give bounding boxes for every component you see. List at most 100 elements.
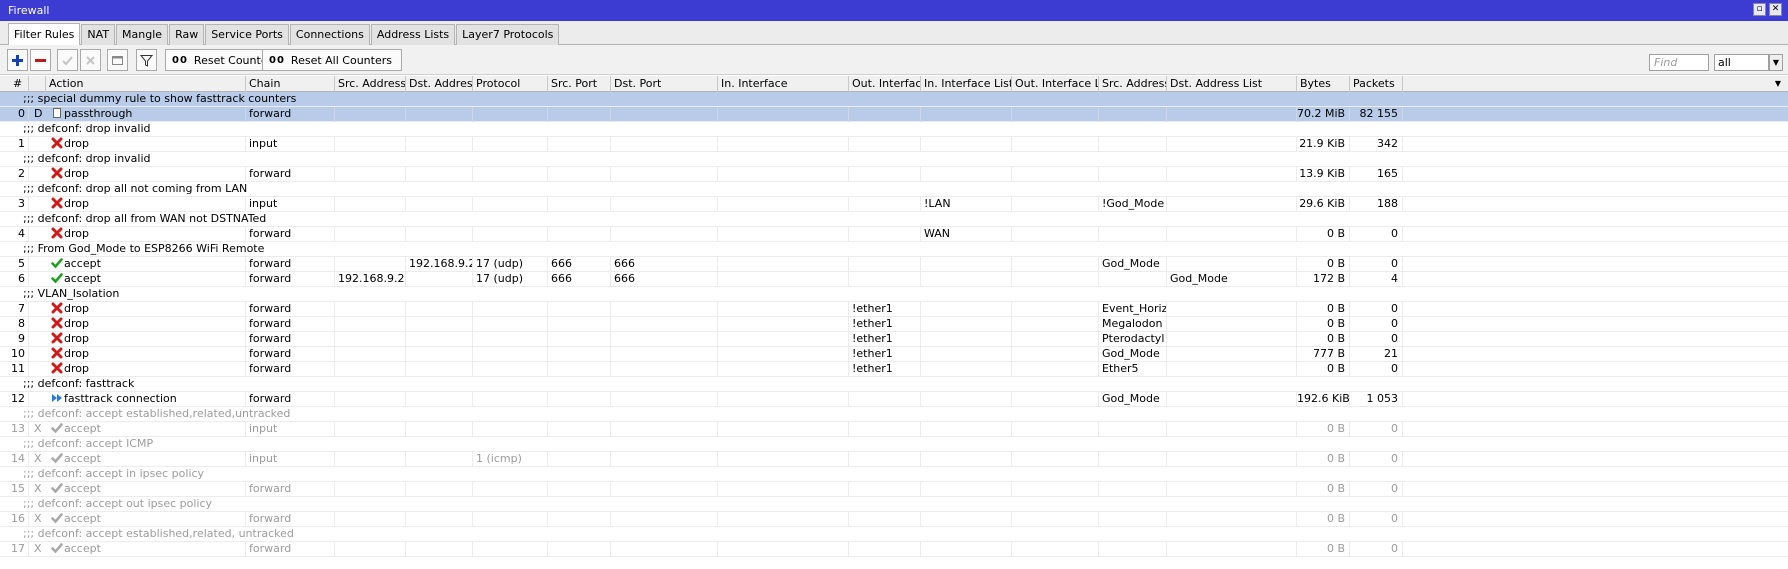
tab-filter-rules[interactable]: Filter Rules (8, 23, 81, 45)
cell-out-interface (849, 272, 921, 287)
cell-bytes: 0 B (1297, 302, 1350, 317)
window-titlebar[interactable]: Firewall ▫ ✕ (0, 0, 1788, 21)
tab-service-ports[interactable]: Service Ports (205, 24, 289, 45)
header-col-dst-address[interactable]: Dst. Address (406, 76, 473, 92)
header-col-protocol[interactable]: Protocol (473, 76, 548, 92)
tab-raw[interactable]: Raw (169, 24, 205, 45)
restore-icon[interactable]: ▫ (1753, 3, 1766, 16)
rule-comment: ;;; special dummy rule to show fasttrack… (23, 92, 297, 105)
table-row[interactable]: X 15 accept forward 0 B0 (0, 482, 1788, 497)
tab-layer7-protocols[interactable]: Layer7 Protocols (456, 24, 560, 45)
table-row[interactable]: 4 drop forward WAN 0 B0 (0, 227, 1788, 242)
comment-row[interactable]: ;;; special dummy rule to show fasttrack… (0, 92, 1788, 107)
table-row[interactable]: 5acceptforward192.168.9.22517 (udp)66666… (0, 257, 1788, 272)
cell-src-address-list (1099, 422, 1167, 437)
drop-icon (51, 167, 63, 179)
cell-out-interface (849, 257, 921, 272)
table-row[interactable]: 1 drop input 21.9 KiB 342 (0, 137, 1788, 152)
add-button[interactable] (7, 49, 28, 71)
header-col-index[interactable]: # (10, 76, 29, 92)
tab-nat[interactable]: NAT (81, 24, 116, 45)
table-row[interactable]: 11 drop forward !ether1 Ether5 0 B0 (0, 362, 1788, 377)
enable-button[interactable] (57, 49, 78, 71)
header-col-out-interface-list[interactable]: Out. Interface List (1012, 76, 1099, 92)
header-col-dst-address-list[interactable]: Dst. Address List (1167, 76, 1297, 92)
cell-packets: 0 (1350, 452, 1403, 467)
header-col-in-interface[interactable]: In. Interface (718, 76, 849, 92)
tab-mangle[interactable]: Mangle (116, 24, 169, 45)
cell-in-interface (718, 317, 849, 332)
disable-button[interactable] (80, 49, 101, 71)
table-row[interactable]: 2 drop forward 13.9 KiB 165 (0, 167, 1788, 182)
comment-row[interactable]: ;;; defconf: accept established,related,… (0, 407, 1788, 422)
table-row[interactable]: X 16 accept forward 0 B0 (0, 512, 1788, 527)
filter-select[interactable]: all (1714, 54, 1769, 71)
header-col-chain[interactable]: Chain (246, 76, 335, 92)
cell-protocol (473, 332, 548, 347)
comment-row[interactable]: ;;; From God_Mode to ESP8266 WiFi Remote (0, 242, 1788, 257)
comment-row[interactable]: ;;; defconf: drop all not coming from LA… (0, 182, 1788, 197)
cell-out-interface (849, 392, 921, 407)
drop-icon (51, 347, 63, 359)
cell-index: 9 (10, 332, 29, 347)
tab-connections[interactable]: Connections (289, 24, 370, 45)
comment-row[interactable]: ;;; defconf: drop invalid (0, 122, 1788, 137)
cell-action: drop (46, 197, 246, 212)
comment-button[interactable] (107, 49, 128, 71)
header-col-dst-port[interactable]: Dst. Port (611, 76, 718, 92)
cell-in-interface (718, 542, 849, 557)
comment-icon (112, 55, 123, 65)
find-input[interactable]: Find (1649, 54, 1709, 71)
reset-all-counters-button[interactable]: 00 Reset All Counters (262, 49, 402, 71)
cell-src-address-list: Ether5 (1099, 362, 1167, 377)
action-label: accept (64, 512, 101, 525)
table-row[interactable]: D 0 passthrough forward 70.2 MiB 82 155 (0, 107, 1788, 122)
header-col-src-port[interactable]: Src. Port (548, 76, 611, 92)
table-row[interactable]: 12 fasttrack connection forward God_Mode 192… (0, 392, 1788, 407)
cell-packets: 188 (1350, 197, 1403, 212)
table-row[interactable]: 6acceptforward192.168.9.22517 (udp)66666… (0, 272, 1788, 287)
table-row[interactable]: X 17 accept forward 0 B0 (0, 542, 1788, 557)
cell-packets: 0 (1350, 257, 1403, 272)
table-row[interactable]: X 13 accept input 0 B0 (0, 422, 1788, 437)
rule-flag: X (34, 482, 42, 495)
header-col-packets[interactable]: Packets (1350, 76, 1403, 92)
cell-protocol (473, 362, 548, 377)
close-icon[interactable]: ✕ (1769, 3, 1782, 16)
table-row[interactable]: 9 drop forward !ether1 Pterodactyl 0 B0 (0, 332, 1788, 347)
table-row[interactable]: 8 drop forward !ether1 Megalodon 0 B0 (0, 317, 1788, 332)
comment-row[interactable]: ;;; defconf: accept established,related,… (0, 527, 1788, 542)
comment-row[interactable]: ;;; defconf: accept ICMP (0, 437, 1788, 452)
table-row[interactable]: X 14 accept input 1 (icmp) 0 B0 (0, 452, 1788, 467)
cell-dst-address (406, 452, 473, 467)
header-col-bytes[interactable]: Bytes (1297, 76, 1350, 92)
cell-dst-address-list (1167, 512, 1297, 527)
table-row[interactable]: 7 drop forward !ether1 Event_Horizon 0 B0 (0, 302, 1788, 317)
table-row[interactable]: 3 drop input !LAN !God_Mode 29.6 KiB 188 (0, 197, 1788, 212)
header-col-out-interface[interactable]: Out. Interface (849, 76, 921, 92)
cell-index: 12 (10, 392, 29, 407)
column-menu-icon[interactable]: ▼ (1772, 77, 1784, 90)
filter-dropdown-icon[interactable]: ▼ (1769, 54, 1783, 71)
remove-button[interactable] (30, 49, 51, 71)
comment-row[interactable]: ;;; VLAN_Isolation (0, 287, 1788, 302)
filter-button[interactable] (136, 49, 157, 71)
header-col-src-address[interactable]: Src. Address (335, 76, 406, 92)
header-col-action[interactable]: Action (46, 76, 246, 92)
header-col-src-address-list[interactable]: Src. Address ... (1099, 76, 1167, 92)
cell-out-interface-list (1012, 272, 1099, 287)
comment-row[interactable]: ;;; defconf: drop all from WAN not DSTNA… (0, 212, 1788, 227)
cell-chain: forward (246, 167, 335, 182)
comment-row[interactable]: ;;; defconf: drop invalid (0, 152, 1788, 167)
cell-chain: forward (246, 482, 335, 497)
table-row[interactable]: 10 drop forward !ether1 God_Mode 777 B 21 (0, 347, 1788, 362)
tab-address-lists[interactable]: Address Lists (370, 24, 456, 45)
comment-row[interactable]: ;;; defconf: accept out ipsec policy (0, 497, 1788, 512)
header-col-in-interface-list[interactable]: In. Interface List (921, 76, 1012, 92)
cell-protocol (473, 482, 548, 497)
comment-row[interactable]: ;;; defconf: accept in ipsec policy (0, 467, 1788, 482)
comment-row[interactable]: ;;; defconf: fasttrack (0, 377, 1788, 392)
cell-in-interface-list (921, 452, 1012, 467)
header-col-flags[interactable] (29, 76, 46, 92)
cell-dst-address-list (1167, 302, 1297, 317)
